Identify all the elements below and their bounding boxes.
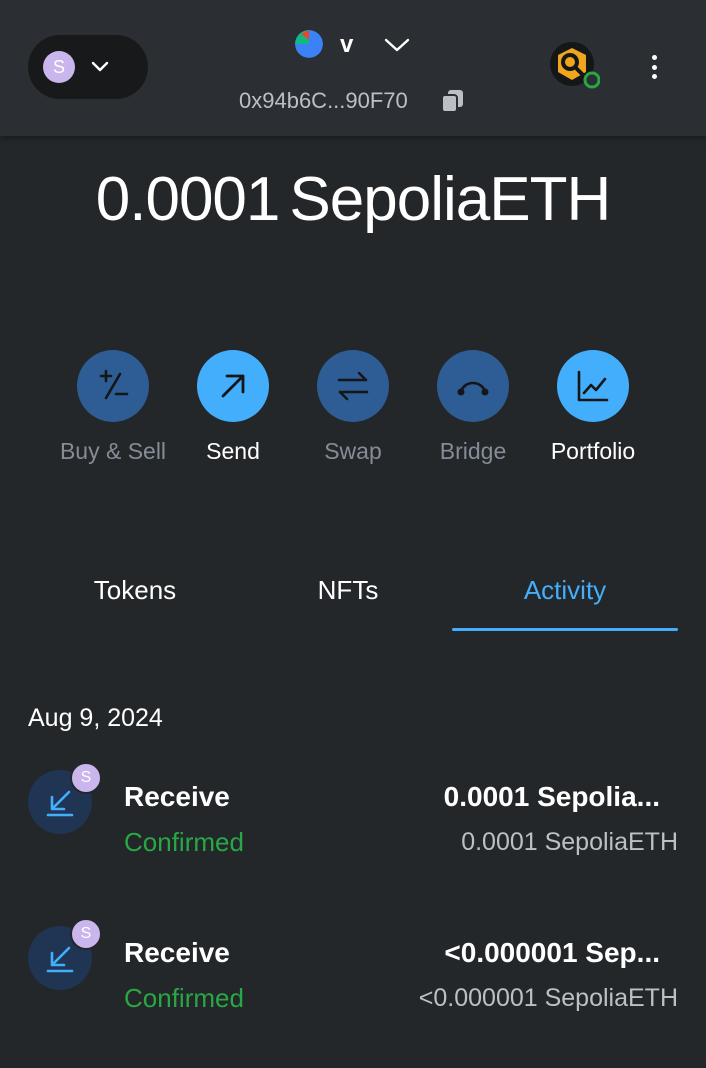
balance-display: 0.0001 SepoliaETH [0, 160, 706, 240]
more-options-icon[interactable] [640, 52, 668, 82]
send-label: Send [206, 438, 260, 464]
tab-activity[interactable]: Activity [452, 572, 678, 612]
arrow-up-right-icon [197, 350, 269, 422]
buy-sell-button[interactable]: Buy & Sell [53, 350, 173, 470]
activity-date-header: Aug 9, 2024 [28, 704, 163, 732]
account-avatar-icon [295, 30, 323, 58]
portfolio-button[interactable]: Portfolio [533, 350, 653, 470]
portfolio-label: Portfolio [550, 438, 636, 464]
chevron-down-icon [91, 58, 109, 76]
bridge-button[interactable]: Bridge [413, 350, 533, 470]
transaction-status: Confirmed [124, 983, 244, 1013]
chevron-down-icon [382, 32, 412, 58]
transaction-secondary-amount: <0.000001 SepoliaETH [418, 984, 678, 1012]
account-picker[interactable]: v [230, 28, 480, 62]
transaction-title: Receive [124, 781, 230, 812]
plus-minus-icon [77, 350, 149, 422]
bridge-icon [437, 350, 509, 422]
copy-icon[interactable] [439, 88, 465, 114]
network-picker[interactable]: S [28, 35, 148, 99]
active-tab-indicator [452, 628, 678, 631]
transaction-icon-wrap: S [28, 918, 102, 992]
transaction-icon-wrap: S [28, 762, 102, 836]
account-name: v [340, 31, 354, 58]
transaction-row[interactable]: S Receive Confirmed <0.000001 Sep... <0.… [0, 916, 706, 1026]
network-avatar: S [43, 51, 75, 83]
transaction-row[interactable]: S Receive Confirmed 0.0001 Sepolia... 0.… [0, 760, 706, 870]
account-section: v 0x94b6C...90F70 [230, 28, 480, 118]
transaction-status: Confirmed [124, 827, 244, 857]
tab-tokens[interactable]: Tokens [28, 572, 242, 612]
address-row[interactable]: 0x94b6C...90F70 [230, 86, 480, 116]
swap-label: Swap [324, 438, 382, 464]
chart-icon [557, 350, 629, 422]
asset-tabs: Tokens NFTs Activity [28, 560, 678, 632]
connected-site-icon[interactable] [550, 42, 601, 92]
transaction-title: Receive [124, 937, 230, 968]
app-header: S v 0x94b6C...90F70 [0, 0, 706, 136]
balance-unit: SepoliaETH [289, 165, 611, 234]
balance-amount: 0.0001 [95, 165, 281, 234]
transaction-amount: <0.000001 Sep... [444, 937, 660, 968]
bridge-label: Bridge [439, 438, 507, 464]
buy-sell-label: Buy & Sell [59, 438, 167, 464]
account-address: 0x94b6C...90F70 [239, 88, 408, 113]
transaction-amount: 0.0001 Sepolia... [443, 781, 660, 812]
network-badge: S [70, 918, 102, 950]
swap-button[interactable]: Swap [293, 350, 413, 470]
swap-arrows-icon [317, 350, 389, 422]
network-badge: S [70, 762, 102, 794]
tab-nfts[interactable]: NFTs [242, 572, 454, 612]
send-button[interactable]: Send [173, 350, 293, 470]
transaction-secondary-amount: 0.0001 SepoliaETH [461, 828, 678, 856]
